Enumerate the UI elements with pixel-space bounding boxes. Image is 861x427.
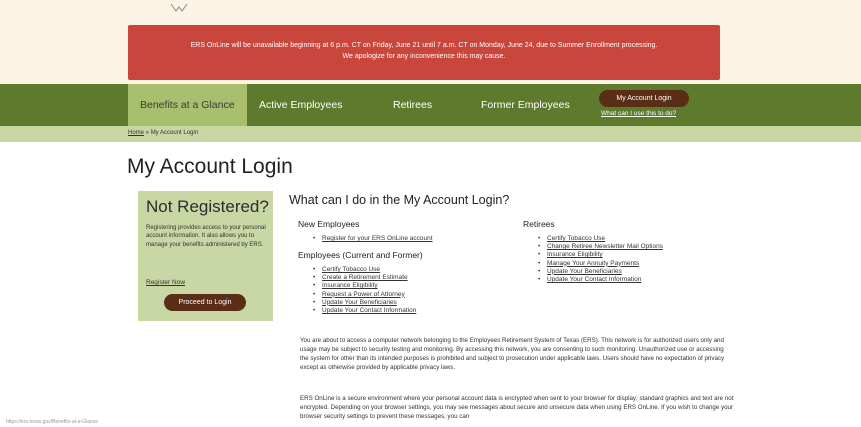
breadcrumb: Home » My Account Login — [128, 130, 198, 136]
alert-line-2: We apologize for any inconvenience this … — [342, 53, 506, 60]
ret-insurance-eligibility-link[interactable]: Insurance Eligibility — [547, 251, 603, 258]
list-item: • Manage Your Annuity Payments — [523, 260, 663, 268]
list-item: • Insurance Eligibility — [523, 251, 663, 259]
register-account-link[interactable]: Register for your ERS OnLine account — [322, 235, 433, 242]
list-item: • Update Your Contact Information — [298, 307, 416, 315]
bullet: • — [313, 282, 316, 290]
list-item: • Update Your Contact Information — [523, 276, 663, 284]
list-item: • Request a Power of Attorney — [298, 291, 416, 299]
nav-retirees[interactable]: Retirees — [393, 84, 432, 126]
main-nav: Benefits at a Glance Active Employees Re… — [0, 84, 861, 126]
list-item: • Update Your Beneficiaries — [523, 268, 663, 276]
proceed-to-login-button[interactable]: Proceed to Login — [164, 294, 246, 311]
main-heading: What can I do in the My Account Login? — [289, 193, 510, 207]
card-title: Not Registered? — [146, 197, 269, 216]
list-item: • Certify Tobacco Use — [298, 266, 416, 274]
ret-newsletter-options-link[interactable]: Change Retiree Newsletter Mail Options — [547, 243, 663, 250]
breadcrumb-separator: » — [144, 130, 151, 136]
bullet: • — [313, 307, 316, 315]
emp-retirement-estimate-link[interactable]: Create a Retirement Estimate — [322, 274, 408, 281]
bullet: • — [313, 235, 316, 242]
bullet: • — [313, 290, 316, 298]
bullet: • — [538, 276, 541, 284]
emp-power-of-attorney-link[interactable]: Request a Power of Attorney — [322, 291, 405, 298]
alert-line-1: ERS OnLine will be unavailable beginning… — [190, 42, 658, 49]
what-can-i-use-link[interactable]: What can I use this to do? — [601, 110, 676, 117]
nav-active-employees[interactable]: Active Employees — [259, 84, 342, 126]
bullet: • — [538, 243, 541, 251]
nav-former-employees[interactable]: Former Employees — [481, 84, 570, 126]
status-bar-url: https://ers.texas.gov/Benefits-at-a-Glan… — [6, 419, 98, 425]
list-item: • Insurance Eligibility — [298, 282, 416, 290]
page-title: My Account Login — [127, 155, 293, 178]
list-item: • Register for your ERS OnLine account — [298, 235, 433, 243]
bullet: • — [538, 267, 541, 275]
emp-insurance-eligibility-link[interactable]: Insurance Eligibility — [322, 282, 378, 289]
nav-benefits-at-a-glance[interactable]: Benefits at a Glance — [128, 84, 247, 126]
breadcrumb-home-link[interactable]: Home — [128, 130, 144, 136]
breadcrumb-current: My Account Login — [150, 130, 199, 136]
new-employees-title: New Employees — [298, 219, 360, 229]
bullet: • — [313, 266, 316, 273]
my-account-login-button[interactable]: My Account Login — [599, 90, 689, 107]
retirees-list: • Certify Tobacco Use • Change Retiree New… — [523, 235, 663, 284]
not-registered-card: Not Registered? Registering provides acc… — [138, 191, 273, 321]
maintenance-alert: ERS OnLine will be unavailable beginning… — [128, 25, 720, 80]
bullet: • — [538, 259, 541, 267]
ret-certify-tobacco-link[interactable]: Certify Tobacco Use — [547, 235, 605, 242]
list-item: • Change Retiree Newsletter Mail Options — [523, 243, 663, 251]
list-item: • Create a Retirement Estimate — [298, 274, 416, 282]
retirees-title: Retirees — [523, 219, 555, 229]
list-item: • Certify Tobacco Use — [523, 235, 663, 243]
ret-contact-info-link[interactable]: Update Your Contact Information — [547, 276, 641, 283]
list-item: • Update Your Beneficiaries — [298, 299, 416, 307]
bullet: • — [313, 274, 316, 282]
emp-beneficiaries-link[interactable]: Update Your Beneficiaries — [322, 299, 397, 306]
logo-mark-icon — [170, 3, 188, 12]
emp-certify-tobacco-link[interactable]: Certify Tobacco Use — [322, 266, 380, 273]
network-notice-paragraph: You are about to access a computer netwo… — [300, 337, 725, 372]
emp-contact-info-link[interactable]: Update Your Contact Information — [322, 307, 416, 314]
register-now-link[interactable]: Register Now — [146, 279, 185, 286]
secure-environment-paragraph: ERS OnLine is a secure environment where… — [300, 395, 734, 421]
bullet: • — [538, 235, 541, 242]
ret-beneficiaries-link[interactable]: Update Your Beneficiaries — [547, 268, 622, 275]
bullet: • — [538, 251, 541, 259]
new-employees-list: • Register for your ERS OnLine account — [298, 235, 433, 243]
bullet: • — [313, 298, 316, 306]
employees-list: • Certify Tobacco Use • Create a Retiremen… — [298, 266, 416, 315]
ret-annuity-payments-link[interactable]: Manage Your Annuity Payments — [547, 260, 639, 267]
card-text: Registering provides access to your pers… — [146, 225, 266, 248]
employees-title: Employees (Current and Former) — [298, 250, 423, 260]
